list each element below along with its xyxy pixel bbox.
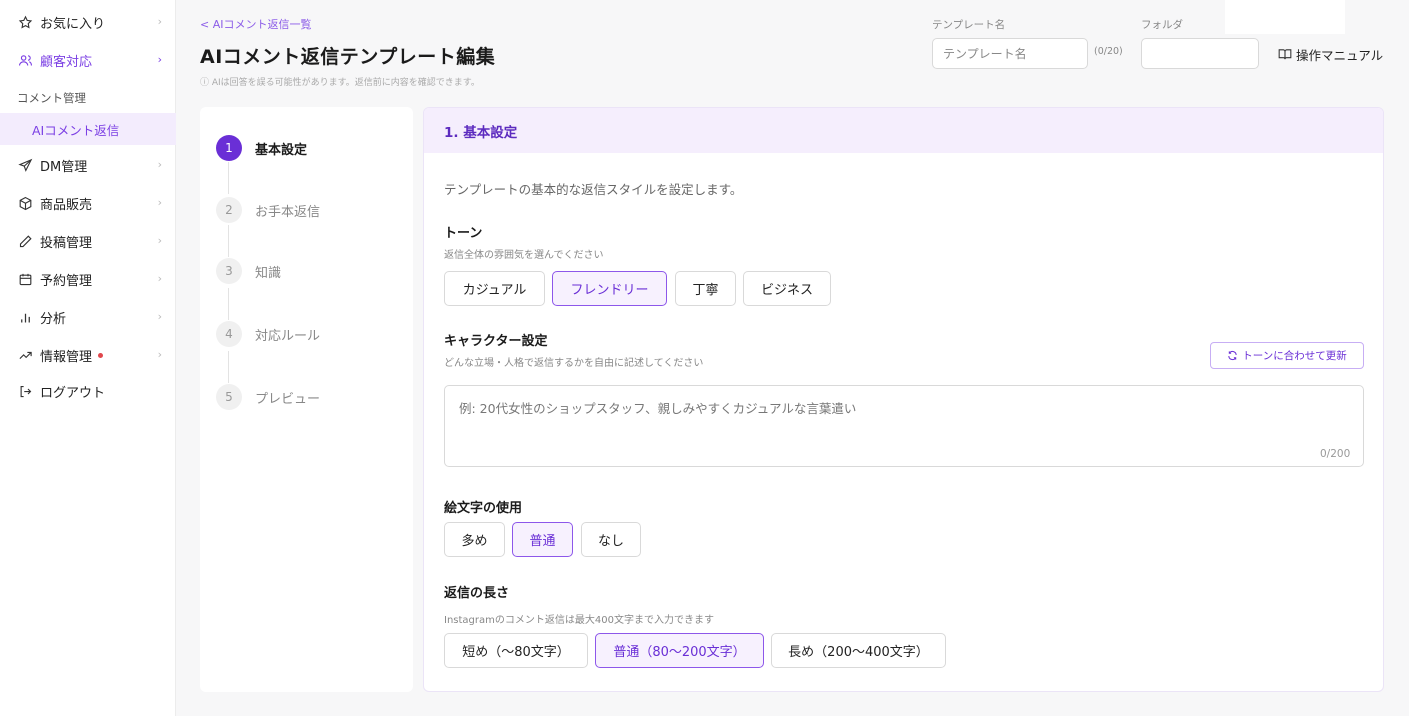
chevron-right-icon: › [157,53,162,66]
character-textarea[interactable] [444,385,1364,467]
character-title: キャラクター設定 [444,334,548,349]
sidebar-item-favorites[interactable]: お気に入り › [0,3,176,41]
folder-label: フォルダ [1141,19,1183,31]
tone-option-friendly[interactable]: フレンドリー [552,271,667,306]
sidebar-section-label: コメント管理 [17,91,86,105]
logout-icon [17,383,33,399]
length-option-normal[interactable]: 普通（80〜200文字） [595,633,764,668]
step-item-rules[interactable]: 4 対応ルール [216,321,320,347]
sidebar-subitem-ai-comment[interactable]: AIコメント返信 [0,113,176,145]
star-icon [17,14,33,30]
step-item-preview[interactable]: 5 プレビュー [216,384,320,410]
sidebar-item-logout[interactable]: ログアウト [0,372,176,410]
sidebar-item-posts[interactable]: 投稿管理 › [0,222,176,260]
sidebar-item-label: 商品販売 [40,197,93,213]
ai-notice: ⓘ AIは回答を誤る可能性があります。返信前に内容を確認できます。 [200,78,480,88]
emoji-option-none[interactable]: なし [581,522,641,557]
chevron-right-icon: › [157,15,162,28]
sidebar-item-label: ログアウト [40,385,106,401]
box-icon [17,195,33,211]
book-icon [1278,48,1292,61]
template-name-label: テンプレート名 [932,19,1006,31]
sidebar-item-label: 情報管理 [40,349,93,365]
length-subtitle: Instagramのコメント返信は最大400文字まで入力できます [444,615,714,626]
template-name-input[interactable] [932,38,1088,69]
chevron-right-icon: › [157,196,162,209]
section-description: テンプレートの基本的な返信スタイルを設定します。 [444,182,743,197]
sidebar-item-label: 分析 [40,311,67,327]
sidebar-item-customer[interactable]: 顧客対応 › [0,41,176,79]
character-counter: 0/200 [1320,448,1351,460]
tone-option-casual[interactable]: カジュアル [444,271,545,306]
step-connector [228,351,229,383]
step-number: 4 [216,321,242,347]
sidebar-item-label: DM管理 [40,159,88,175]
sidebar-item-analytics[interactable]: 分析 › [0,298,176,336]
sidebar-item-label: お気に入り [40,16,106,32]
step-number: 3 [216,258,242,284]
sidebar-item-label: 予約管理 [40,273,93,289]
section-header: 1. 基本設定 [424,108,1383,153]
sidebar-item-reservations[interactable]: 予約管理 › [0,260,176,298]
tone-option-business[interactable]: ビジネス [743,271,831,306]
step-connector [228,225,229,257]
chevron-right-icon: › [157,348,162,361]
step-label: お手本返信 [255,204,321,220]
sidebar-item-label: 投稿管理 [40,235,93,251]
update-by-tone-button[interactable]: トーンに合わせて更新 [1210,342,1364,369]
bar-chart-icon [17,309,33,325]
manual-link[interactable]: 操作マニュアル [1278,45,1383,64]
tone-option-polite[interactable]: 丁寧 [675,271,736,306]
folder-input[interactable] [1141,38,1259,69]
step-number: 5 [216,384,242,410]
basic-settings-card: 1. 基本設定 テンプレートの基本的な返信スタイルを設定します。 トーン 返信全… [423,107,1384,692]
tone-title: トーン [444,226,483,241]
length-title: 返信の長さ [444,586,510,601]
template-name-counter: (0/20) [1094,46,1123,57]
emoji-option-normal[interactable]: 普通 [512,522,573,557]
tone-subtitle: 返信全体の雰囲気を選んでください [444,250,604,261]
page-title: AIコメント返信テンプレート編集 [200,46,496,68]
sidebar: お気に入り › 顧客対応 › コメント管理 AIコメント返信 DM管理 › 商品… [0,0,176,716]
manual-label: 操作マニュアル [1296,48,1384,63]
emoji-title: 絵文字の使用 [444,501,523,516]
emoji-option-many[interactable]: 多め [444,522,505,557]
chevron-right-icon: › [157,272,162,285]
step-label: プレビュー [255,391,321,407]
sidebar-item-info[interactable]: 情報管理 › [0,336,176,374]
chevron-right-icon: › [157,310,162,323]
step-number: 1 [216,135,242,161]
breadcrumb[interactable]: < AIコメント返信一覧 [200,16,311,32]
calendar-icon [17,271,33,287]
step-item-knowledge[interactable]: 3 知識 [216,258,281,284]
pen-icon [17,233,33,249]
step-item-example[interactable]: 2 お手本返信 [216,197,320,223]
step-connector [228,288,229,320]
notification-dot [98,352,104,358]
length-option-short[interactable]: 短め（〜80文字） [444,633,588,668]
step-label: 知識 [255,265,282,281]
refresh-icon [1227,350,1238,361]
send-icon [17,157,33,173]
update-by-tone-label: トーンに合わせて更新 [1242,350,1347,362]
sidebar-item-sales[interactable]: 商品販売 › [0,184,176,222]
users-icon [17,52,33,68]
trend-icon [17,347,33,363]
character-subtitle: どんな立場・人格で返信するかを自由に記述してください [444,358,704,369]
step-connector [228,162,229,194]
header-blank-area [1225,0,1345,34]
chevron-right-icon: › [157,158,162,171]
sidebar-item-label: 顧客対応 [40,54,93,70]
length-option-long[interactable]: 長め（200〜400文字） [771,633,946,668]
step-item-basic[interactable]: 1 基本設定 [216,135,307,161]
step-label: 対応ルール [255,328,321,344]
sidebar-item-dm[interactable]: DM管理 › [0,146,176,184]
step-label: 基本設定 [255,142,308,158]
step-number: 2 [216,197,242,223]
chevron-right-icon: › [157,234,162,247]
